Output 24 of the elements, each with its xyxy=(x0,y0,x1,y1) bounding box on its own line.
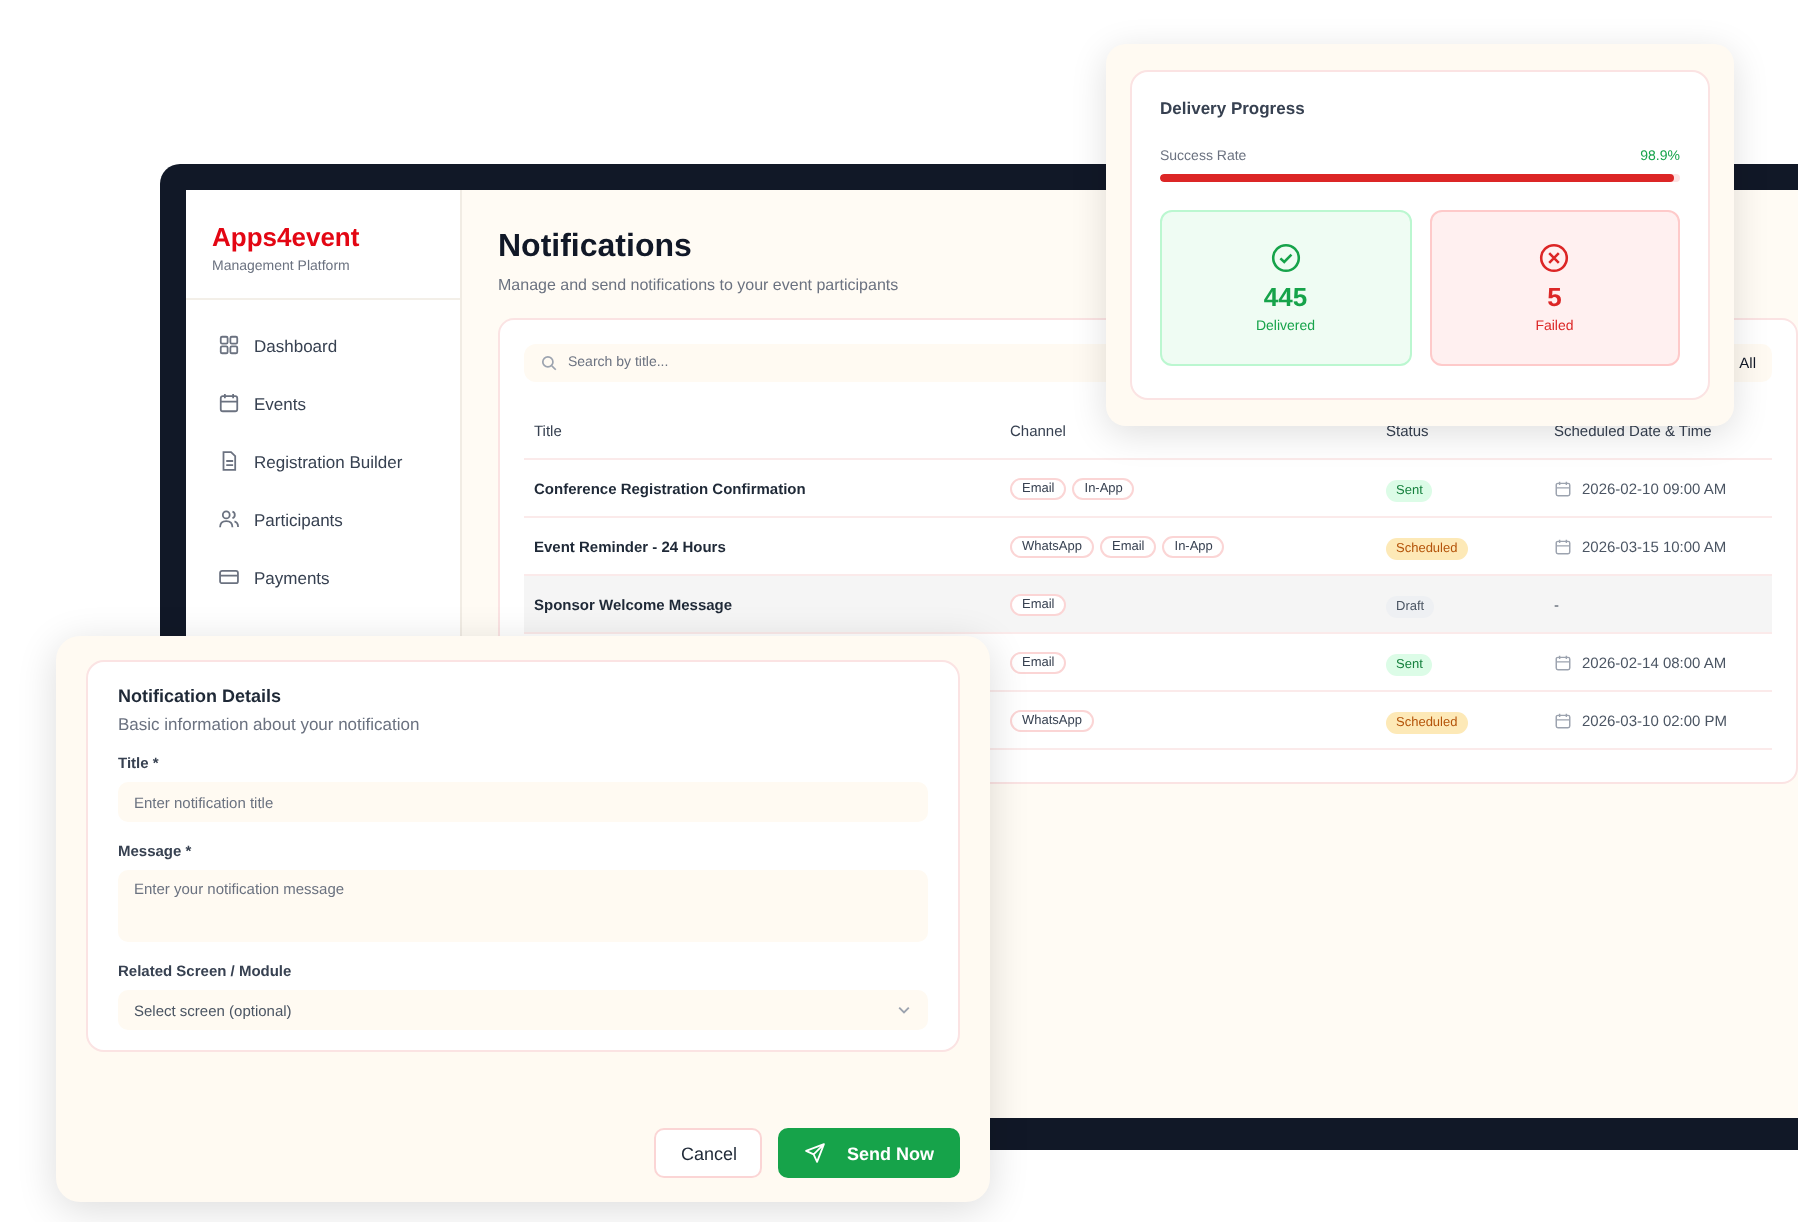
x-circle-icon xyxy=(1538,242,1571,274)
document-icon xyxy=(218,450,240,472)
search-icon xyxy=(540,354,558,372)
sidebar-item[interactable]: Registration Builder xyxy=(202,440,444,482)
sidebar-item[interactable]: Dashboard xyxy=(202,324,444,366)
check-circle-icon xyxy=(1269,242,1302,274)
sidebar-item[interactable]: Events xyxy=(202,382,444,424)
card-icon xyxy=(218,566,240,588)
stat-value: 5 xyxy=(1547,282,1562,312)
cancel-button[interactable]: Cancel xyxy=(654,1128,763,1178)
page-title: Notifications xyxy=(498,230,692,266)
send-icon xyxy=(804,1142,827,1164)
calendar-icon xyxy=(218,392,240,414)
people-icon xyxy=(218,508,240,530)
sidebar-item[interactable]: Participants xyxy=(202,498,444,540)
brand-name: Apps4event xyxy=(212,222,362,252)
card-title: Delivery Progress xyxy=(1160,98,1307,118)
sidebar-item[interactable]: Payments xyxy=(202,556,444,598)
stat-value: 445 xyxy=(1263,282,1308,312)
page-subtitle: Manage and send notifications to your event participants xyxy=(498,276,901,294)
grid-icon xyxy=(218,334,240,356)
form-subtitle: Basic information about your notification xyxy=(118,714,422,734)
form-title: Notification Details xyxy=(118,686,284,706)
chevron-down-icon xyxy=(896,1002,912,1018)
